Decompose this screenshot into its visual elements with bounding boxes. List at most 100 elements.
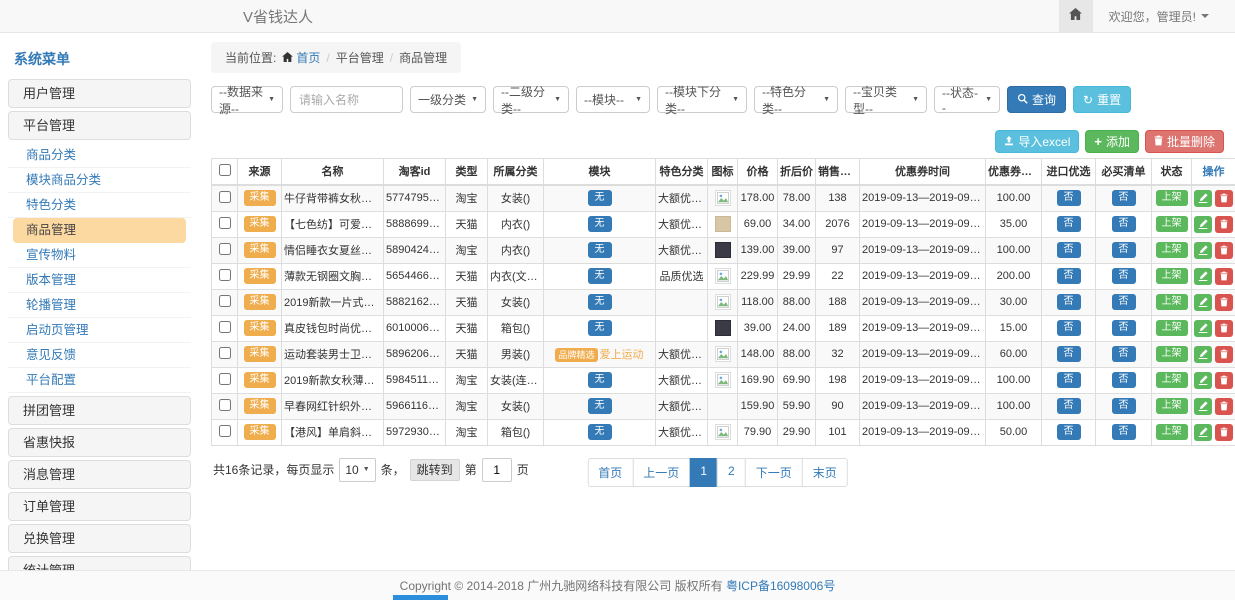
edit-button[interactable] <box>1194 346 1212 363</box>
sidebar-item[interactable]: 模块商品分类 <box>8 168 191 193</box>
sidebar-group[interactable]: 订单管理 <box>8 492 191 521</box>
row-checkbox[interactable] <box>219 347 231 359</box>
row-checkbox[interactable] <box>219 321 231 333</box>
status-badge[interactable]: 上架 <box>1156 242 1188 258</box>
sidebar-item[interactable]: 平台配置 <box>8 368 191 393</box>
category-level2-select[interactable]: --二级分类--▼ <box>493 86 569 113</box>
add-button[interactable]: + 添加 <box>1085 130 1139 153</box>
batch-delete-button[interactable]: 批量删除 <box>1145 130 1224 153</box>
must-buy-badge[interactable]: 否 <box>1112 346 1136 362</box>
jump-to-button[interactable]: 跳转到 <box>410 459 460 481</box>
pager-last[interactable]: 末页 <box>802 458 848 487</box>
delete-button[interactable] <box>1215 190 1233 207</box>
status-badge[interactable]: 上架 <box>1156 398 1188 414</box>
row-checkbox[interactable] <box>219 295 231 307</box>
edit-button[interactable] <box>1194 372 1212 389</box>
user-menu[interactable]: 欢迎您，管理员! <box>1093 8 1235 25</box>
row-checkbox[interactable] <box>219 399 231 411</box>
import-select-badge[interactable]: 否 <box>1057 190 1081 206</box>
icp-link[interactable]: 粤ICP备16098006号 <box>726 577 835 594</box>
sidebar-item[interactable]: 特色分类 <box>8 193 191 218</box>
delete-button[interactable] <box>1215 242 1233 259</box>
edit-button[interactable] <box>1194 190 1212 207</box>
row-checkbox[interactable] <box>219 217 231 229</box>
must-buy-badge[interactable]: 否 <box>1112 398 1136 414</box>
sidebar-group[interactable]: 平台管理 <box>8 111 191 140</box>
must-buy-badge[interactable]: 否 <box>1112 242 1136 258</box>
feature-category-select[interactable]: --特色分类--▼ <box>754 86 838 113</box>
row-checkbox[interactable] <box>219 243 231 255</box>
sidebar-group[interactable]: 拼团管理 <box>8 396 191 425</box>
edit-button[interactable] <box>1194 294 1212 311</box>
pager-page-1[interactable]: 1 <box>689 458 718 487</box>
sidebar-group[interactable]: 消息管理 <box>8 460 191 489</box>
pager-next[interactable]: 下一页 <box>745 458 803 487</box>
breadcrumb-home-link[interactable]: 首页 <box>282 49 320 66</box>
module-subcategory-select[interactable]: --模块下分类--▼ <box>657 86 747 113</box>
sidebar-item[interactable]: 启动页管理 <box>8 318 191 343</box>
import-select-badge[interactable]: 否 <box>1057 346 1081 362</box>
home-button[interactable] <box>1059 0 1093 33</box>
sidebar-item[interactable]: 版本管理 <box>8 268 191 293</box>
import-select-badge[interactable]: 否 <box>1057 424 1081 440</box>
select-all-checkbox[interactable] <box>219 164 231 176</box>
delete-button[interactable] <box>1215 216 1233 233</box>
delete-button[interactable] <box>1215 424 1233 441</box>
status-badge[interactable]: 上架 <box>1156 424 1188 440</box>
sidebar-item[interactable]: 商品管理 <box>13 218 186 243</box>
status-badge[interactable]: 上架 <box>1156 190 1188 206</box>
must-buy-badge[interactable]: 否 <box>1112 320 1136 336</box>
import-select-badge[interactable]: 否 <box>1057 398 1081 414</box>
sidebar-item[interactable]: 宣传物料 <box>8 243 191 268</box>
status-select[interactable]: --状态--▼ <box>934 86 1000 113</box>
row-checkbox[interactable] <box>219 191 231 203</box>
per-page-select[interactable]: 10▼ <box>339 458 375 482</box>
import-select-badge[interactable]: 否 <box>1057 294 1081 310</box>
import-select-badge[interactable]: 否 <box>1057 216 1081 232</box>
sidebar-item[interactable]: 意见反馈 <box>8 343 191 368</box>
must-buy-badge[interactable]: 否 <box>1112 190 1136 206</box>
search-button[interactable]: 查询 <box>1007 86 1066 113</box>
status-badge[interactable]: 上架 <box>1156 216 1188 232</box>
edit-button[interactable] <box>1194 268 1212 285</box>
import-select-badge[interactable]: 否 <box>1057 268 1081 284</box>
edit-button[interactable] <box>1194 242 1212 259</box>
name-search-input[interactable] <box>290 86 403 113</box>
pager-prev[interactable]: 上一页 <box>632 458 690 487</box>
row-checkbox[interactable] <box>219 269 231 281</box>
sidebar-group[interactable]: 兑换管理 <box>8 524 191 553</box>
delete-button[interactable] <box>1215 372 1233 389</box>
status-badge[interactable]: 上架 <box>1156 268 1188 284</box>
delete-button[interactable] <box>1215 346 1233 363</box>
must-buy-badge[interactable]: 否 <box>1112 294 1136 310</box>
row-checkbox[interactable] <box>219 373 231 385</box>
edit-button[interactable] <box>1194 424 1212 441</box>
import-excel-button[interactable]: 导入excel <box>995 130 1079 153</box>
edit-button[interactable] <box>1194 216 1212 233</box>
sidebar-item[interactable]: 商品分类 <box>8 143 191 168</box>
import-select-badge[interactable]: 否 <box>1057 320 1081 336</box>
delete-button[interactable] <box>1215 320 1233 337</box>
delete-button[interactable] <box>1215 268 1233 285</box>
must-buy-badge[interactable]: 否 <box>1112 424 1136 440</box>
delete-button[interactable] <box>1215 398 1233 415</box>
module-select[interactable]: --模块--▼ <box>576 86 650 113</box>
sidebar-group[interactable]: 用户管理 <box>8 79 191 108</box>
reset-button[interactable]: ↻ 重置 <box>1073 86 1131 113</box>
data-source-select[interactable]: --数据来源--▼ <box>211 86 283 113</box>
status-badge[interactable]: 上架 <box>1156 346 1188 362</box>
must-buy-badge[interactable]: 否 <box>1112 372 1136 388</box>
import-select-badge[interactable]: 否 <box>1057 242 1081 258</box>
page-number-input[interactable] <box>482 458 512 482</box>
status-badge[interactable]: 上架 <box>1156 372 1188 388</box>
delete-button[interactable] <box>1215 294 1233 311</box>
item-type-select[interactable]: --宝贝类型--▼ <box>845 86 927 113</box>
category-level1-select[interactable]: 一级分类▼ <box>410 86 486 113</box>
edit-button[interactable] <box>1194 398 1212 415</box>
row-checkbox[interactable] <box>219 425 231 437</box>
import-select-badge[interactable]: 否 <box>1057 372 1081 388</box>
sidebar-item[interactable]: 轮播管理 <box>8 293 191 318</box>
must-buy-badge[interactable]: 否 <box>1112 268 1136 284</box>
must-buy-badge[interactable]: 否 <box>1112 216 1136 232</box>
pager-page-2[interactable]: 2 <box>717 458 746 487</box>
